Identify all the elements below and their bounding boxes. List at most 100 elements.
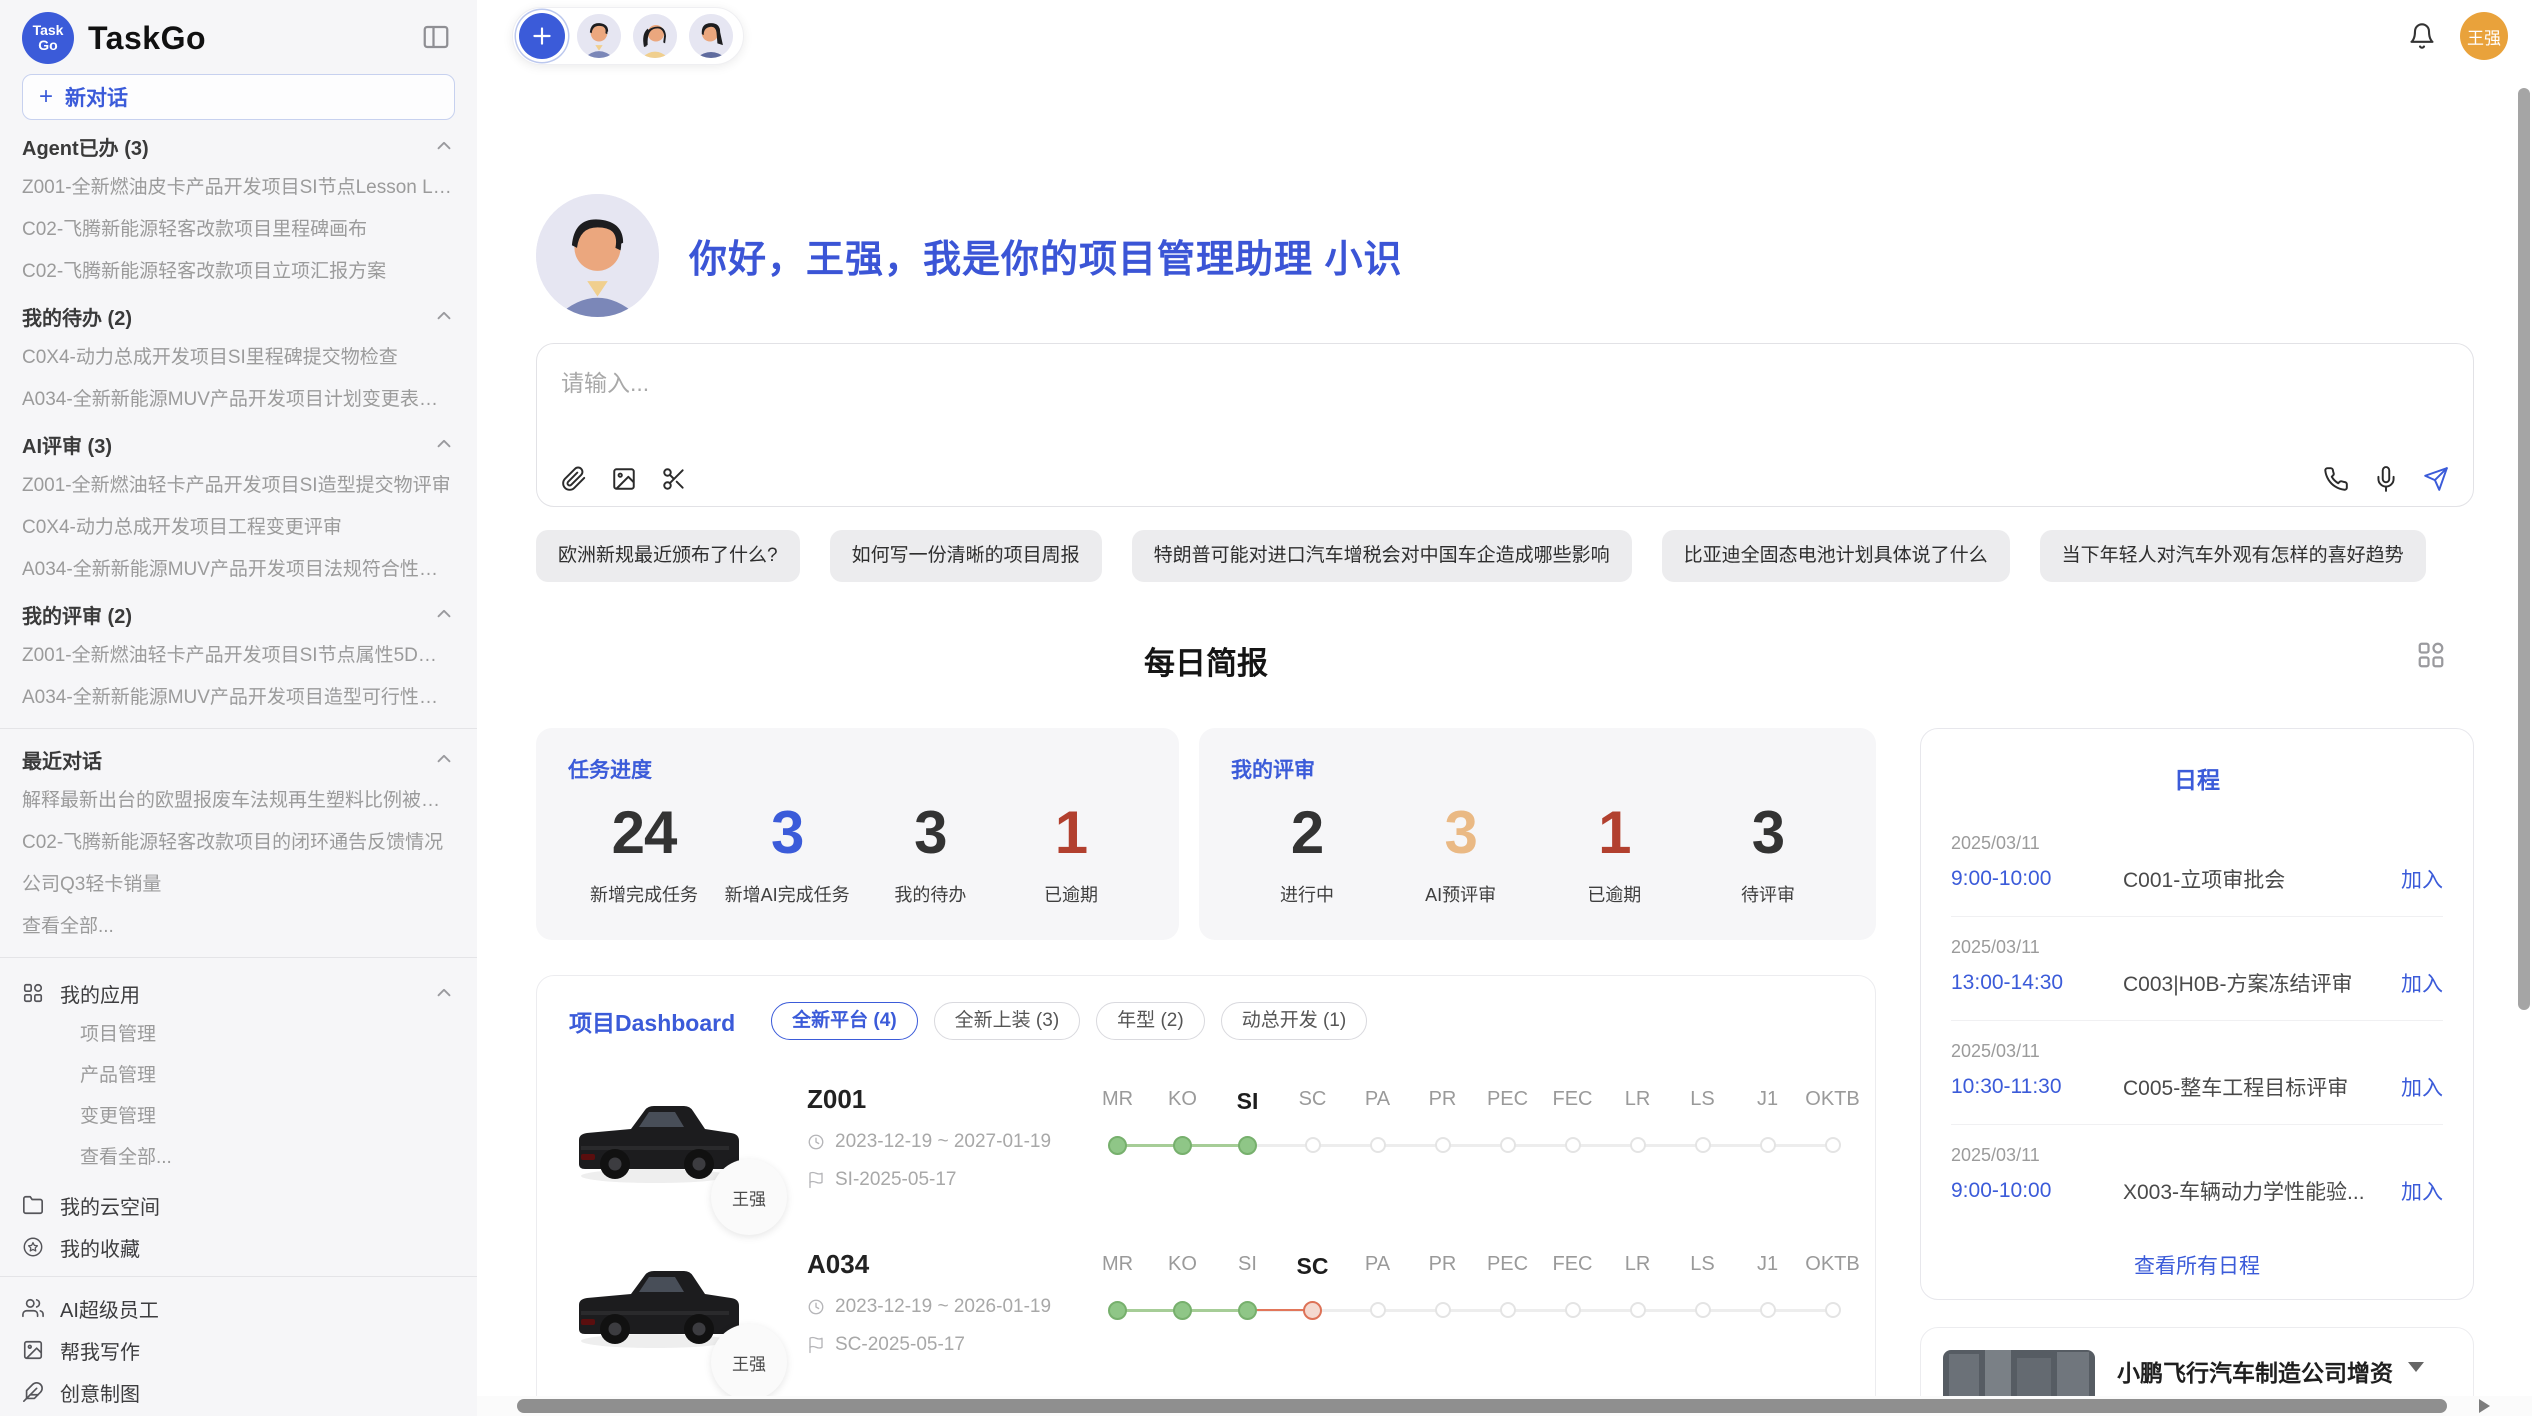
stat: 3 AI预评审 <box>1401 798 1521 907</box>
stat-value: 24 <box>584 798 704 867</box>
sidebar-item[interactable]: A034-全新新能源MUV产品开发项目造型可行性评审 <box>22 683 455 712</box>
suggestion-chip[interactable]: 当下年轻人对汽车外观有怎样的喜好趋势 <box>2040 530 2426 582</box>
my-apps-label: 我的应用 <box>60 979 140 1008</box>
chat-input-card <box>536 343 2474 507</box>
chevron-up-icon[interactable] <box>433 305 455 327</box>
project-row[interactable]: 王强 Z001 2023-12-19 ~ 2027-01-19 <box>569 1084 1843 1193</box>
section-title: AI评审 (3) <box>22 430 112 459</box>
chevron-up-icon[interactable] <box>433 603 455 625</box>
image-upload-icon[interactable] <box>611 466 637 492</box>
join-button[interactable]: 加入 <box>2401 968 2443 998</box>
sidebar-item-help-write[interactable]: 帮我写作 <box>22 1335 455 1365</box>
milestone-dot <box>1695 1302 1711 1318</box>
sidebar-item-creative-draw[interactable]: 创意制图 <box>22 1377 455 1407</box>
section-header-my-todo[interactable]: 我的待办 (2) <box>22 302 455 330</box>
assistant-avatar <box>536 194 659 317</box>
app-item-change-mgmt[interactable]: 变更管理 <box>80 1102 455 1131</box>
my-review-card: 我的评审 2 进行中 3 AI预评审 <box>1199 728 1876 940</box>
right-column: 日程 2025/03/11 9:00-10:00 C001-立项审批会 加入 2… <box>1920 728 2474 1416</box>
app-title: TaskGo <box>88 20 206 57</box>
topbar: 王强 <box>477 0 2532 72</box>
section-header-recent[interactable]: 最近对话 <box>22 745 455 773</box>
view-all-schedule-link[interactable]: 查看所有日程 <box>1951 1250 2443 1280</box>
taskgo-app: Task Go TaskGo + 新对话 Agent已办 (3) Z001-全新… <box>0 0 2532 1416</box>
new-chat-button[interactable]: + 新对话 <box>22 74 455 120</box>
suggestion-chip[interactable]: 比亚迪全固态电池计划具体说了什么 <box>1662 530 2010 582</box>
suggestion-chip[interactable]: 特朗普可能对进口汽车增税会对中国车企造成哪些影响 <box>1132 530 1632 582</box>
sidebar-item-ai-employee[interactable]: AI超级员工 <box>22 1293 455 1323</box>
microphone-icon[interactable] <box>2373 466 2399 492</box>
sidebar-item[interactable]: Z001-全新燃油轻卡产品开发项目SI节点属性5D文件评审 <box>22 641 455 670</box>
notification-bell-icon[interactable] <box>2408 22 2436 50</box>
join-button[interactable]: 加入 <box>2401 864 2443 894</box>
recent-item[interactable]: 解释最新出台的欧盟报废车法规再生塑料比例被调到15%... <box>22 786 455 815</box>
plus-icon: + <box>39 83 53 111</box>
sidebar-item[interactable]: A034-全新新能源MUV产品开发项目法规符合性评审 <box>22 555 455 584</box>
filter-chip[interactable]: 年型 (2) <box>1096 1002 1205 1040</box>
filter-chip[interactable]: 动总开发 (1) <box>1221 1002 1368 1040</box>
sidebar-item-cloud-space[interactable]: 我的云空间 <box>22 1190 455 1220</box>
vertical-scrollbar[interactable] <box>2518 88 2530 1010</box>
card-title: 我的评审 <box>1231 754 1844 784</box>
suggestion-chip[interactable]: 如何写一份清晰的项目周报 <box>830 530 1102 582</box>
new-session-button[interactable] <box>519 13 565 59</box>
chat-input[interactable] <box>561 364 2449 454</box>
sidebar-item[interactable]: C02-飞腾新能源轻客改款项目立项汇报方案 <box>22 257 455 286</box>
scroll-right-arrow[interactable] <box>2479 1399 2490 1413</box>
apps-view-all[interactable]: 查看全部... <box>80 1143 455 1172</box>
project-row[interactable]: 王强 A034 2023-12-19 ~ 2026-01-19 <box>569 1249 1843 1358</box>
chevron-up-icon[interactable] <box>433 982 455 1004</box>
attachment-icon[interactable] <box>561 466 587 492</box>
sidebar-item-favorites[interactable]: 我的收藏 <box>22 1232 455 1262</box>
filter-chip[interactable]: 全新平台 (4) <box>771 1002 918 1040</box>
news-title: 小鹏飞行汽车制造公司增资 <box>2117 1354 2451 1388</box>
recent-item[interactable]: 公司Q3轻卡销量 <box>22 870 455 899</box>
project-dates: 2023-12-19 ~ 2026-01-19 <box>807 1296 1057 1318</box>
sidebar-collapse-icon[interactable] <box>421 22 451 52</box>
sidebar-item[interactable]: A034-全新新能源MUV产品开发项目计划变更表编写 <box>22 385 455 414</box>
section-header-my-review[interactable]: 我的评审 (2) <box>22 600 455 628</box>
milestone-label: PEC <box>1487 1088 1528 1110</box>
app-item-product-mgmt[interactable]: 产品管理 <box>80 1061 455 1090</box>
milestone-label: FEC <box>1553 1253 1593 1275</box>
section-header-ai-review[interactable]: AI评审 (3) <box>22 430 455 458</box>
user-avatar[interactable]: 王强 <box>2460 12 2508 60</box>
layout-grid-icon[interactable] <box>2416 640 2446 670</box>
sidebar-item[interactable]: C0X4-动力总成开发项目SI里程碑提交物检查 <box>22 343 455 372</box>
scroll-down-indicator[interactable] <box>2408 1362 2424 1372</box>
stat: 2 进行中 <box>1247 798 1367 907</box>
sidebar-item[interactable]: Z001-全新燃油轻卡产品开发项目SI造型提交物评审 <box>22 471 455 500</box>
filter-chip[interactable]: 全新上装 (3) <box>934 1002 1081 1040</box>
join-button[interactable]: 加入 <box>2401 1176 2443 1206</box>
sidebar-item[interactable]: C0X4-动力总成开发项目工程变更评审 <box>22 513 455 542</box>
milestone-label: PEC <box>1487 1253 1528 1275</box>
milestone-dot <box>1565 1302 1581 1318</box>
join-button[interactable]: 加入 <box>2401 1072 2443 1102</box>
send-icon[interactable] <box>2423 466 2449 492</box>
milestone-dot <box>1630 1137 1646 1153</box>
sidebar-item[interactable]: C02-飞腾新能源轻客改款项目里程碑画布 <box>22 215 455 244</box>
greeting-text: 你好，王强，我是你的项目管理助理 小识 <box>689 228 1403 283</box>
horizontal-scrollbar[interactable] <box>517 1399 2447 1413</box>
avatar[interactable] <box>577 14 621 58</box>
chevron-up-icon[interactable] <box>433 748 455 770</box>
sidebar-item[interactable]: Z001-全新燃油皮卡产品开发项目SI节点Lesson Learn报告 <box>22 173 455 202</box>
recent-view-all[interactable]: 查看全部... <box>22 912 455 941</box>
scissors-icon[interactable] <box>661 466 687 492</box>
avatar[interactable] <box>689 14 733 58</box>
avatar[interactable] <box>633 14 677 58</box>
section-header-agent-done[interactable]: Agent已办 (3) <box>22 132 455 160</box>
recent-item[interactable]: C02-飞腾新能源轻客改款项目的闭环通告反馈情况 <box>22 828 455 857</box>
clock-icon <box>807 1133 825 1151</box>
milestone-dot <box>1500 1302 1516 1318</box>
app-logo: Task Go <box>22 12 74 64</box>
milestone-dot-done <box>1173 1136 1192 1155</box>
sidebar-item-my-apps[interactable]: 我的应用 <box>22 978 455 1008</box>
left-column: 任务进度 24 新增完成任务 3 新增AI完成任务 <box>536 728 1876 1416</box>
milestone-label: FEC <box>1553 1088 1593 1110</box>
suggestion-chip[interactable]: 欧洲新规最近颁布了什么? <box>536 530 800 582</box>
app-item-project-mgmt[interactable]: 项目管理 <box>80 1020 455 1049</box>
chevron-up-icon[interactable] <box>433 433 455 455</box>
chevron-up-icon[interactable] <box>433 135 455 157</box>
phone-icon[interactable] <box>2323 466 2349 492</box>
